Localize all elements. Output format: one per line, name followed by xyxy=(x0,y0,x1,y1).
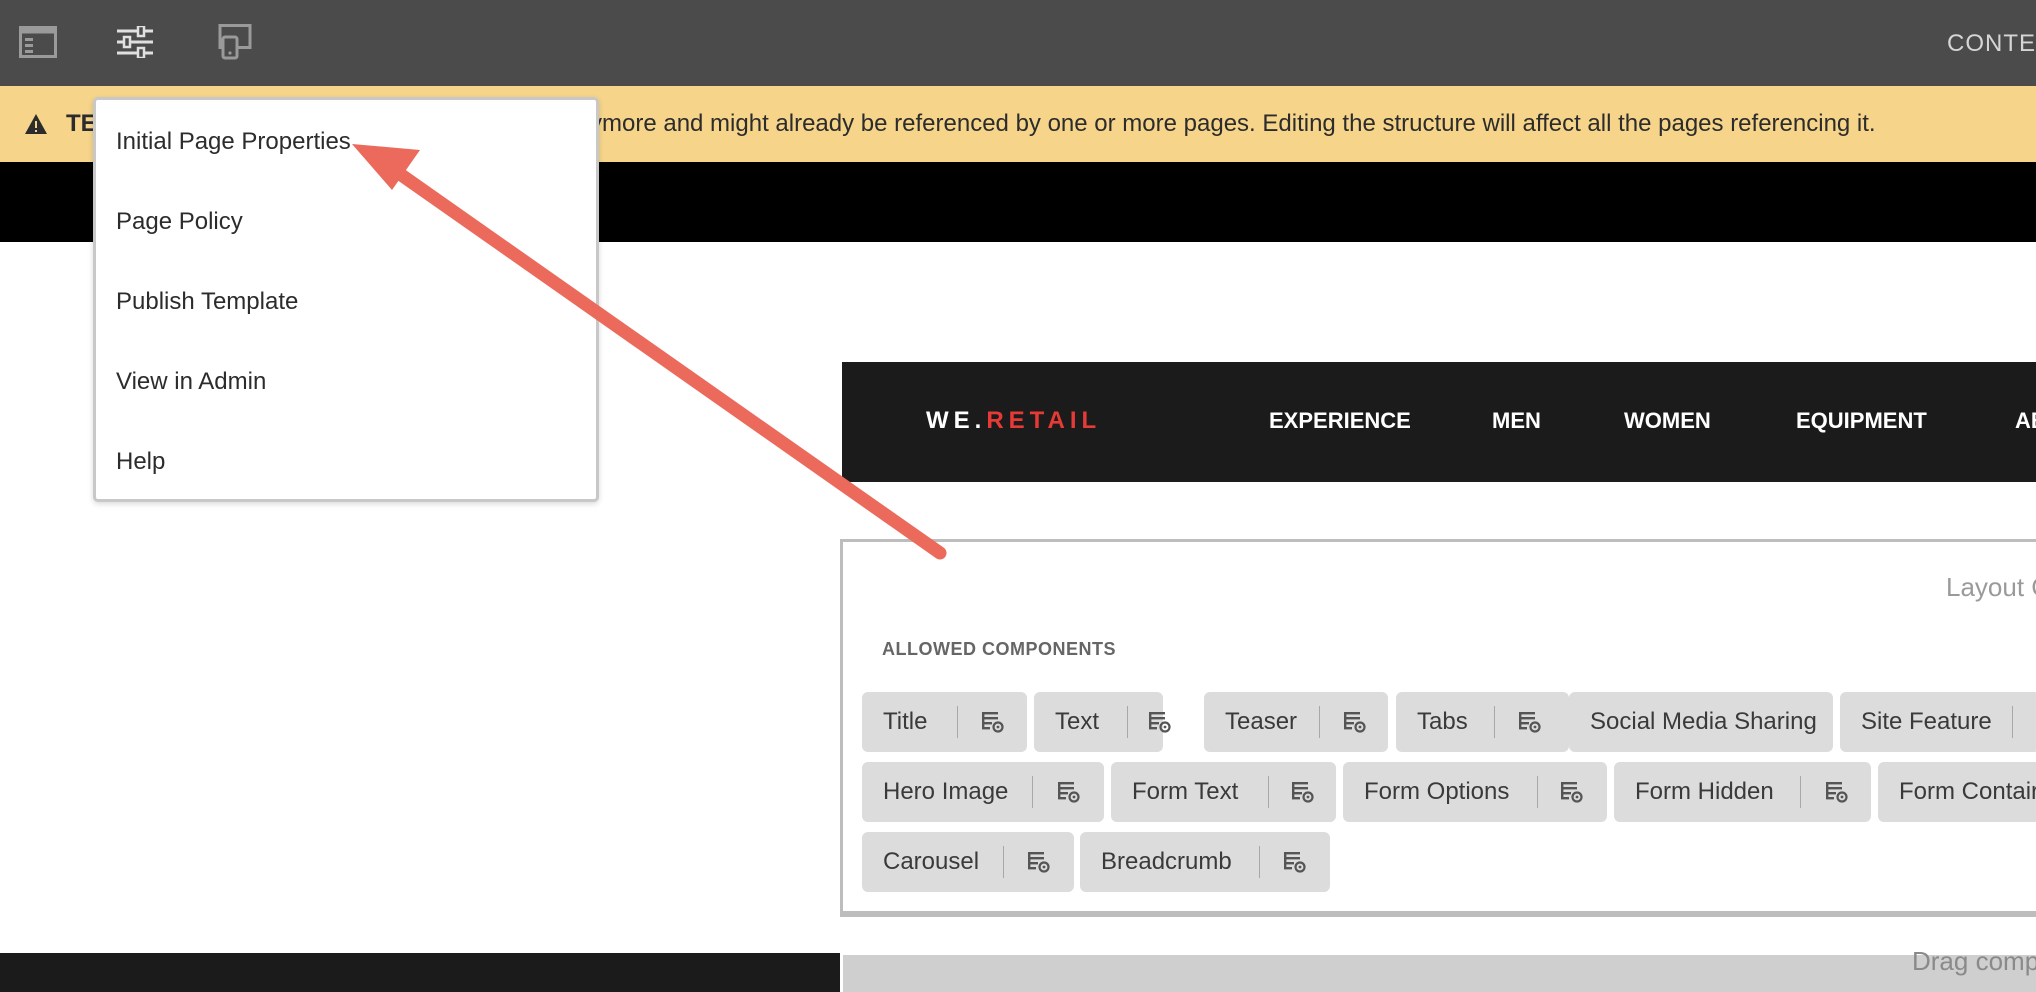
component-form-hidden[interactable]: Form Hidden xyxy=(1614,762,1871,822)
component-label: Teaser xyxy=(1225,708,1298,735)
menu-item-page-policy[interactable]: Page Policy xyxy=(116,208,243,236)
policy-icon[interactable] xyxy=(1056,779,1082,805)
component-tabs[interactable]: Tabs xyxy=(1396,692,1569,752)
allowed-components-label: ALLOWED COMPONENTS xyxy=(882,639,1116,659)
component-label: Tabs xyxy=(1417,708,1468,735)
menu-item-initial-page-properties[interactable]: Initial Page Properties xyxy=(116,128,351,156)
component-title[interactable]: Title xyxy=(862,692,1027,752)
device-preview-icon[interactable] xyxy=(214,22,254,62)
drop-zone-text: Drag comp xyxy=(1912,946,2036,976)
warning-icon xyxy=(24,112,48,136)
layout-container-title: Layout C xyxy=(1946,572,2036,602)
component-social-media-sharing[interactable]: Social Media Sharing xyxy=(1569,692,1833,752)
nav-men[interactable]: MEN xyxy=(1492,408,1541,434)
policy-icon[interactable] xyxy=(1517,709,1543,735)
component-label: Form Text xyxy=(1132,778,1239,805)
toolbar-right-label[interactable]: CONTE xyxy=(1947,30,2036,58)
policy-icon[interactable] xyxy=(1824,779,1850,805)
page-settings-icon[interactable] xyxy=(115,22,155,62)
component-label: Title xyxy=(883,708,928,735)
menu-item-help[interactable]: Help xyxy=(116,448,165,476)
component-label: Site Feature xyxy=(1861,708,1992,735)
component-site-feature[interactable]: Site Feature xyxy=(1840,692,2036,752)
component-hero-image[interactable]: Hero Image xyxy=(862,762,1104,822)
nav-women[interactable]: WOMEN xyxy=(1624,408,1711,434)
we-retail-logo[interactable]: WE.RETAIL xyxy=(926,407,1101,435)
component-label: Form Options xyxy=(1364,778,1510,805)
component-label: Social Media Sharing xyxy=(1590,708,1817,735)
component-form-options[interactable]: Form Options xyxy=(1343,762,1607,822)
banner-message: ymore and might already be referenced by… xyxy=(590,110,1876,137)
component-label: Text xyxy=(1055,708,1100,735)
component-breadcrumb[interactable]: Breadcrumb xyxy=(1080,832,1330,892)
component-label: Carousel xyxy=(883,848,980,875)
editor-toolbar: CONTE xyxy=(0,0,2036,86)
drop-zone[interactable] xyxy=(843,955,2036,992)
page-information-menu: Initial Page Properties Page Policy Publ… xyxy=(93,97,599,502)
nav-about[interactable]: AB xyxy=(2015,408,2036,434)
menu-item-publish-template[interactable]: Publish Template xyxy=(116,288,298,316)
component-label: Form Contair xyxy=(1899,778,2036,805)
site-header: WE.RETAIL EXPERIENCE MEN WOMEN EQUIPMENT… xyxy=(842,362,2036,482)
component-carousel[interactable]: Carousel xyxy=(862,832,1074,892)
component-teaser[interactable]: Teaser xyxy=(1204,692,1388,752)
policy-icon[interactable] xyxy=(1290,779,1316,805)
component-form-container[interactable]: Form Contair xyxy=(1878,762,2036,822)
logo-prefix: WE. xyxy=(926,407,987,434)
component-label: Form Hidden xyxy=(1635,778,1774,805)
nav-equipment[interactable]: EQUIPMENT xyxy=(1796,408,1927,434)
component-text[interactable]: Text xyxy=(1034,692,1171,752)
component-label: Hero Image xyxy=(883,778,1009,805)
policy-icon[interactable] xyxy=(1342,709,1368,735)
component-label: Breadcrumb xyxy=(1101,848,1232,875)
policy-icon[interactable] xyxy=(1559,779,1585,805)
component-form-text[interactable]: Form Text xyxy=(1111,762,1336,822)
side-panel-icon[interactable] xyxy=(18,22,58,62)
policy-icon[interactable] xyxy=(1147,709,1173,735)
policy-icon[interactable] xyxy=(1026,849,1052,875)
nav-experience[interactable]: EXPERIENCE xyxy=(1269,408,1411,434)
policy-icon[interactable] xyxy=(1282,849,1308,875)
logo-accent: RETAIL xyxy=(986,407,1102,434)
menu-item-view-in-admin[interactable]: View in Admin xyxy=(116,368,266,396)
policy-icon[interactable] xyxy=(980,709,1006,735)
